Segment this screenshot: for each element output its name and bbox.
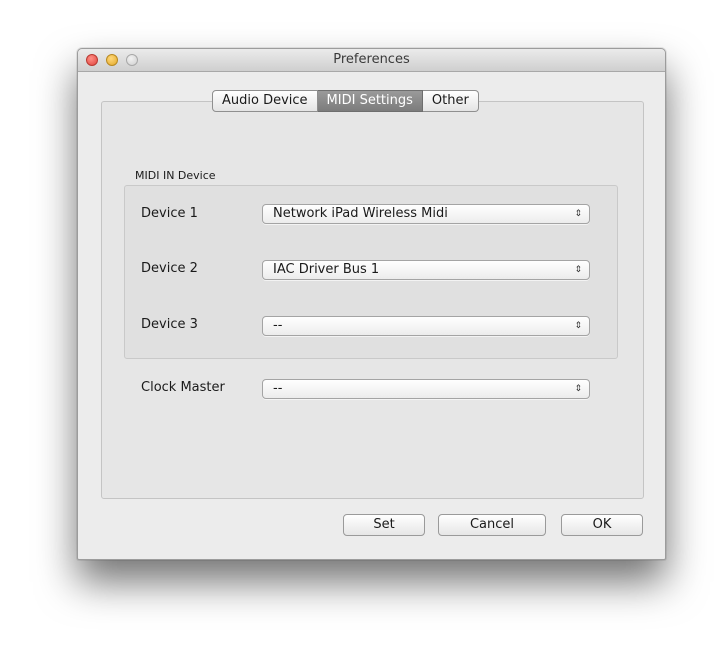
- clock-master-select[interactable]: -- ⇕: [262, 379, 590, 399]
- device-3-label: Device 3: [141, 317, 198, 332]
- clock-master-value: --: [273, 381, 283, 396]
- device-1-label: Device 1: [141, 206, 198, 221]
- device-2-value: IAC Driver Bus 1: [273, 262, 380, 277]
- device-2-label: Device 2: [141, 261, 198, 276]
- window-title: Preferences: [333, 52, 410, 67]
- set-button[interactable]: Set: [343, 514, 425, 536]
- cancel-button[interactable]: Cancel: [438, 514, 546, 536]
- device-1-select[interactable]: Network iPad Wireless Midi ⇕: [262, 204, 590, 224]
- tab-audio-device[interactable]: Audio Device: [212, 90, 318, 112]
- popup-arrows-icon: ⇕: [574, 321, 582, 331]
- device-3-value: --: [273, 318, 283, 333]
- midi-in-group-label: MIDI IN Device: [135, 169, 216, 182]
- popup-arrows-icon: ⇕: [574, 209, 582, 219]
- ok-button[interactable]: OK: [561, 514, 643, 536]
- clock-master-label: Clock Master: [141, 380, 225, 395]
- tab-midi-settings[interactable]: MIDI Settings: [317, 90, 423, 112]
- popup-arrows-icon: ⇕: [574, 265, 582, 275]
- device-3-select[interactable]: -- ⇕: [262, 316, 590, 336]
- device-1-value: Network iPad Wireless Midi: [273, 206, 448, 221]
- title-bar[interactable]: Preferences: [78, 49, 665, 72]
- tab-other[interactable]: Other: [422, 90, 479, 112]
- preferences-window: Preferences Audio Device MIDI Settings O…: [77, 48, 666, 560]
- tab-bar: Audio Device MIDI Settings Other: [212, 90, 479, 112]
- popup-arrows-icon: ⇕: [574, 384, 582, 394]
- device-2-select[interactable]: IAC Driver Bus 1 ⇕: [262, 260, 590, 280]
